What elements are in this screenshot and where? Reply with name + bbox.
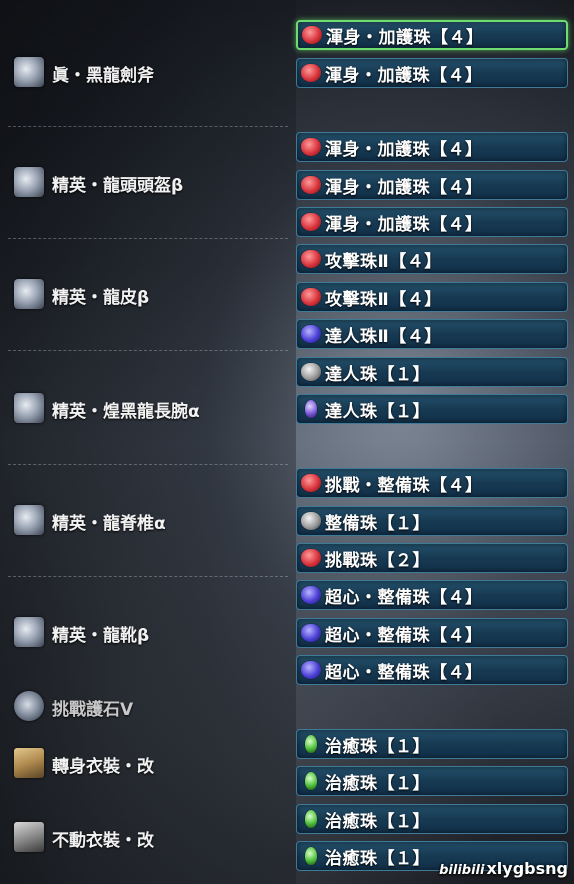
decoration-slot[interactable]: 達人珠Ⅱ【４】	[296, 319, 568, 349]
decoration-label: 治癒珠【１】	[325, 811, 430, 832]
bilibili-logo: bilibili	[439, 863, 485, 878]
equipment-name: 精英・龍皮β	[52, 288, 150, 308]
section-divider	[8, 238, 288, 239]
equipment-row[interactable]: 精英・龍頭頭盔β	[0, 128, 296, 236]
decoration-slot[interactable]: 渾身・加護珠【４】	[296, 207, 568, 237]
jewel-red-icon	[301, 288, 321, 306]
decoration-slot[interactable]: 挑戰珠【２】	[296, 543, 568, 573]
jewel-gray-icon	[301, 363, 321, 381]
great-sword-icon	[14, 57, 44, 87]
decoration-label: 攻擊珠Ⅱ【４】	[325, 251, 442, 272]
jewel-blue-icon	[301, 661, 321, 679]
arm-armor-icon	[14, 393, 44, 423]
jewel-blue-icon	[301, 624, 321, 642]
decoration-label: 挑戰珠【２】	[325, 550, 430, 571]
decoration-slot[interactable]: 渾身・加護珠【４】	[296, 170, 568, 200]
decoration-slot[interactable]: 超心・整備珠【４】	[296, 655, 568, 685]
decoration-slot[interactable]: 攻擊珠Ⅱ【４】	[296, 244, 568, 274]
equipment-row[interactable]: 不動衣裝・改	[0, 800, 296, 874]
jewel-gray-icon	[301, 512, 321, 530]
jewel-blue-icon	[301, 586, 321, 604]
decoration-label: 渾身・加護珠【４】	[325, 139, 483, 160]
equipment-row[interactable]: 精英・煌黑龍長腕α	[0, 352, 296, 464]
equipment-name: 精英・龍靴β	[52, 626, 150, 646]
decoration-label: 治癒珠【１】	[325, 848, 430, 869]
decoration-label: 達人珠【１】	[325, 401, 430, 422]
jewel-red-icon	[301, 138, 321, 156]
jewel-red-icon	[301, 213, 321, 231]
jewel-red-icon	[301, 474, 321, 492]
helmet-icon	[14, 167, 44, 197]
decoration-label: 整備珠【１】	[325, 513, 430, 534]
equipment-name: 精英・龍頭頭盔β	[52, 176, 184, 196]
section-divider	[8, 350, 288, 351]
decoration-label: 超心・整備珠【４】	[325, 587, 483, 608]
equipment-name: 轉身衣裝・改	[52, 757, 154, 777]
decoration-label: 達人珠【１】	[325, 364, 430, 385]
jewel-blue-icon	[301, 325, 321, 343]
decoration-label: 治癒珠【１】	[325, 736, 430, 757]
equipment-row[interactable]: 精英・龍靴β	[0, 578, 296, 686]
jewel-green-icon	[305, 735, 317, 753]
equipment-name: 挑戰護石Ⅴ	[52, 700, 134, 720]
decoration-slot[interactable]: 超心・整備珠【４】	[296, 618, 568, 648]
decoration-slot[interactable]: 渾身・加護珠【４】	[296, 58, 568, 88]
jewel-green-icon	[305, 847, 317, 865]
equipment-name: 不動衣裝・改	[52, 831, 154, 851]
decoration-label: 渾身・加護珠【４】	[325, 214, 483, 235]
decoration-label: 超心・整備珠【４】	[325, 662, 483, 683]
talisman-icon	[14, 691, 44, 721]
mantle-icon	[14, 822, 44, 852]
decoration-label: 渾身・加護珠【４】	[326, 27, 484, 48]
decoration-label: 渾身・加護珠【４】	[325, 65, 483, 86]
decoration-label: 超心・整備珠【４】	[325, 625, 483, 646]
leg-armor-icon	[14, 617, 44, 647]
jewel-red-icon	[301, 64, 321, 82]
decoration-slot[interactable]: 整備珠【１】	[296, 506, 568, 536]
decoration-slot[interactable]: 挑戰・整備珠【４】	[296, 468, 568, 498]
decoration-label: 達人珠Ⅱ【４】	[325, 326, 442, 347]
decoration-slot[interactable]: 達人珠【１】	[296, 357, 568, 387]
waist-armor-icon	[14, 505, 44, 535]
section-divider	[8, 464, 288, 465]
jewel-red-icon	[301, 250, 321, 268]
decoration-slot[interactable]: 治癒珠【１】	[296, 766, 568, 796]
section-divider	[8, 126, 288, 127]
jewel-green-icon	[305, 772, 317, 790]
jewel-green-icon	[305, 810, 317, 828]
decoration-label: 渾身・加護珠【４】	[325, 177, 483, 198]
jewel-red-icon	[301, 549, 321, 567]
equipment-name: 精英・煌黑龍長腕α	[52, 402, 200, 422]
mantle-icon	[14, 748, 44, 778]
section-divider	[8, 576, 288, 577]
decoration-slot[interactable]: 超心・整備珠【４】	[296, 580, 568, 610]
watermark: bilibili xlygbsng	[439, 859, 568, 878]
jewel-red-icon	[302, 26, 322, 44]
decoration-label: 攻擊珠Ⅱ【４】	[325, 289, 442, 310]
equipment-row[interactable]: 精英・龍脊椎α	[0, 466, 296, 574]
equipment-row[interactable]: 挑戰護石Ⅴ	[0, 688, 296, 724]
equipment-name: 精英・龍脊椎α	[52, 514, 166, 534]
decoration-slot[interactable]: 攻擊珠Ⅱ【４】	[296, 282, 568, 312]
jewel-red-icon	[301, 176, 321, 194]
decoration-label: 治癒珠【１】	[325, 773, 430, 794]
decoration-slot[interactable]: 治癒珠【１】	[296, 729, 568, 759]
decoration-label: 挑戰・整備珠【４】	[325, 475, 483, 496]
decoration-slot[interactable]: 治癒珠【１】	[296, 804, 568, 834]
chest-armor-icon	[14, 279, 44, 309]
jewel-purple-icon	[305, 400, 317, 418]
decoration-slot[interactable]: 渾身・加護珠【４】	[296, 132, 568, 162]
watermark-user: xlygbsng	[486, 859, 568, 878]
equipment-row[interactable]: 精英・龍皮β	[0, 240, 296, 348]
equipment-row[interactable]: 眞・黑龍劍斧	[0, 20, 296, 124]
equipment-name: 眞・黑龍劍斧	[52, 66, 154, 86]
decoration-slot-selected[interactable]: 渾身・加護珠【４】	[296, 20, 568, 50]
equipment-row[interactable]: 轉身衣裝・改	[0, 728, 296, 798]
decoration-slot[interactable]: 達人珠【１】	[296, 394, 568, 424]
